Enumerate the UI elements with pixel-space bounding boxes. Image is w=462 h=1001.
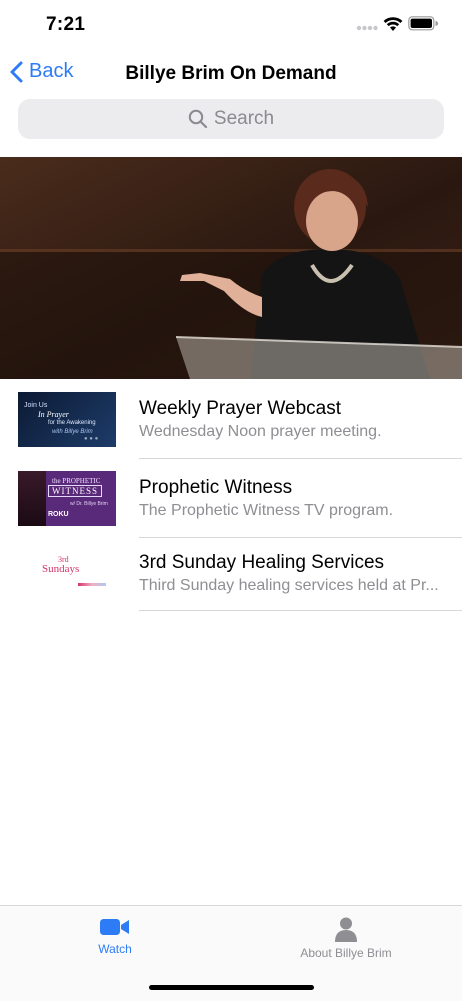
tab-watch[interactable]: Watch [85,916,145,956]
list-item-title: Prophetic Witness [139,477,293,498]
thumb-bar [78,583,106,586]
thumb-text: w/ Dr. Billye Brim [70,501,108,507]
wifi-icon [383,17,403,31]
search-placeholder: Search [213,108,275,129]
list-item-subtitle: Wednesday Noon prayer meeting. [139,423,382,440]
list-item-title: 3rd Sunday Healing Services [139,552,385,573]
thumb-text: WITNESS [48,485,102,497]
thumb-text: ROKU [48,511,69,518]
thumb-text: for the Awakening [48,420,96,426]
thumb-text: In Prayer [38,410,69,419]
list-item[interactable]: Join Us In Prayer for the Awakening with… [0,380,462,459]
video-list: Join Us In Prayer for the Awakening with… [0,380,462,611]
status-bar: 7:21 [0,0,462,50]
list-item-title: Weekly Prayer Webcast [139,398,342,419]
home-indicator[interactable] [149,985,314,990]
tab-about[interactable]: About Billye Brim [290,916,402,960]
search-icon [188,109,208,129]
battery-icon [408,16,438,31]
tab-label: Watch [98,942,132,956]
thumb-text: Join Us [24,402,48,409]
thumb-text: with Billye Brim [52,429,93,435]
status-time: 7:21 [46,14,86,35]
tab-label: About Billye Brim [300,946,392,960]
thumbnail-prophetic-witness: the PROPHETIC WITNESS w/ Dr. Billye Brim… [18,471,116,526]
video-camera-icon [100,919,129,935]
thumbnail-3rd-sundays: 3rd Sundays [18,547,116,602]
row-divider [139,610,462,611]
thumb-text: the PROPHETIC [52,477,101,485]
person-icon [335,917,357,942]
search-bar[interactable]: Search [18,99,444,139]
thumb-text: Sundays [42,563,80,575]
list-item[interactable]: the PROPHETIC WITNESS w/ Dr. Billye Brim… [0,459,462,538]
list-item-subtitle: Third Sunday healing services held at Pr… [139,577,439,594]
thumb-photo [18,471,46,526]
page-title: Billye Brim On Demand [125,63,337,84]
list-item[interactable]: 3rd Sundays 3rd Sunday Healing Services … [0,538,462,611]
cellular-signal-icon [356,25,378,31]
thumb-dots: ● ● ● [84,436,99,442]
thumbnail-prayer-webcast: Join Us In Prayer for the Awakening with… [18,392,116,447]
navigation-bar: Back Billye Brim On Demand [0,52,462,96]
hero-image [0,157,462,379]
list-item-subtitle: The Prophetic Witness TV program. [139,502,394,519]
